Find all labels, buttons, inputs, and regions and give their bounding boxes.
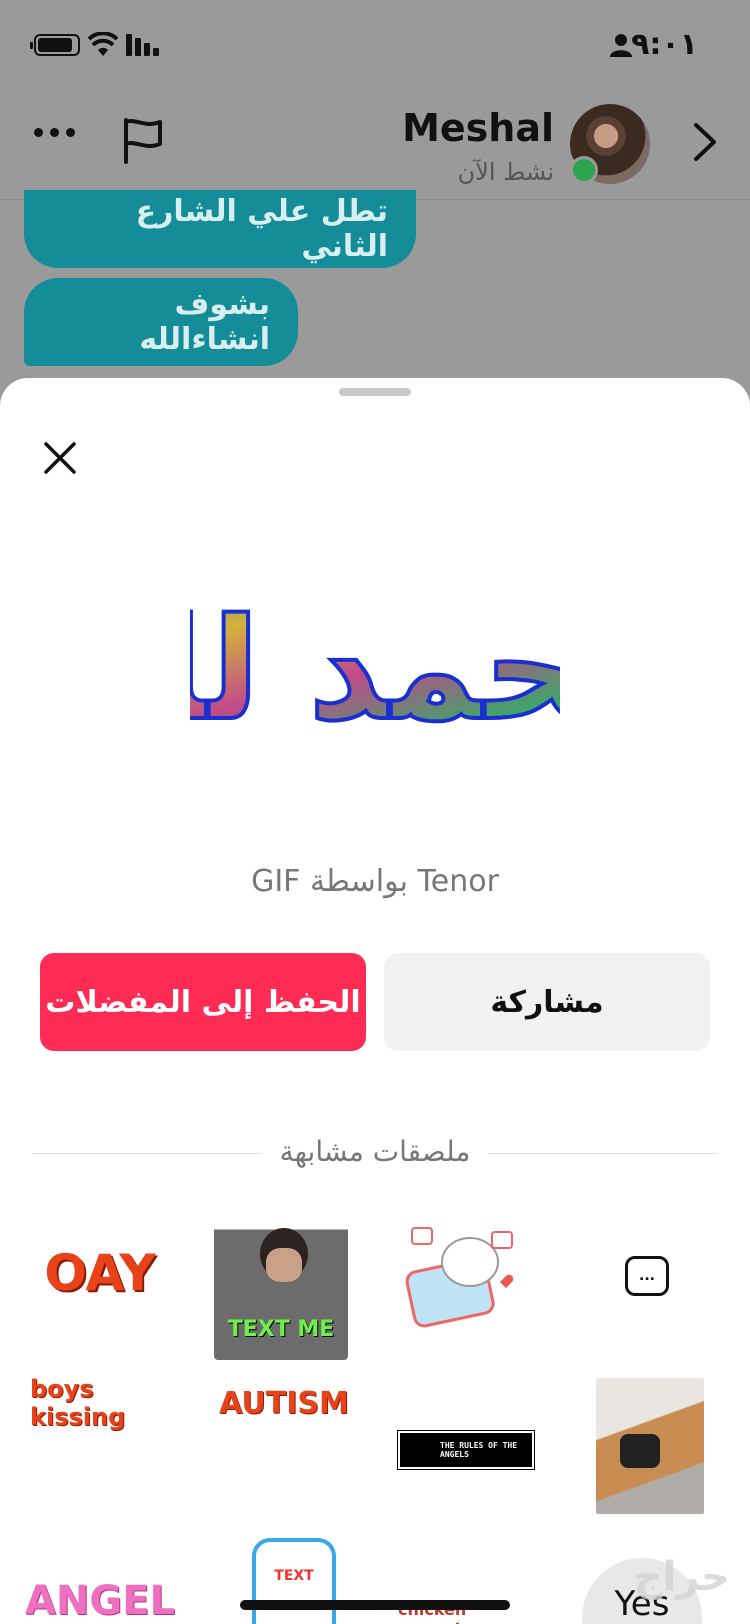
sticker-item[interactable]: OAY (30, 1218, 170, 1328)
similar-stickers-title: ملصقات مشابهة (0, 1135, 750, 1168)
sticker-item[interactable]: TEXT ME (214, 1224, 348, 1360)
sticker-text: ... (639, 1268, 655, 1284)
message-bubble[interactable]: بشوف انشاءالله (24, 278, 298, 366)
sticker-text: AUTISM (219, 1385, 349, 1421)
gif-credit: Tenor بواسطة GIF (251, 864, 499, 899)
sticker-item[interactable]: ... (625, 1256, 669, 1296)
close-icon[interactable] (40, 438, 80, 478)
sticker-text: TEXT ME (227, 1317, 335, 1342)
contact-name[interactable]: Meshal (402, 106, 554, 150)
online-indicator (570, 156, 598, 184)
contact-status: نشط الآن (457, 158, 554, 186)
sticker-text: THE RULES OF THE ANGELS (440, 1441, 518, 1459)
sticker-item[interactable]: ANGEL (25, 1578, 175, 1624)
sheet-grabber[interactable] (339, 388, 411, 396)
sticker-item[interactable]: boys kissing (30, 1375, 170, 1431)
sticker-item[interactable]: AUTISM (214, 1378, 354, 1428)
sticker-cat-figure (620, 1434, 660, 1468)
gif-preview: الحمد لله (190, 587, 560, 754)
watermark: حراج (633, 1554, 730, 1600)
home-indicator[interactable] (240, 1600, 510, 1610)
chat-header: Meshal نشط الآن (0, 90, 750, 200)
sticker-person-figure (266, 1248, 302, 1282)
flag-icon[interactable] (122, 118, 164, 164)
sticker-item[interactable] (596, 1378, 704, 1514)
wifi-icon (88, 32, 118, 56)
back-chevron-icon[interactable] (692, 122, 718, 162)
sticker-text: OAY (44, 1244, 156, 1302)
similar-stickers-label: ملصقات مشابهة (261, 1135, 489, 1168)
more-icon[interactable] (34, 128, 76, 138)
sticker-item[interactable]: THE RULES OF THE ANGELS (397, 1430, 535, 1470)
sticker-text: ANGEL (24, 1578, 176, 1624)
sticker-item[interactable]: TEXT (252, 1538, 336, 1624)
signal-icon (126, 34, 160, 56)
gif-detail-sheet: الحمد لله Tenor بواسطة GIF الحفظ إلى الم… (0, 378, 750, 1624)
save-to-favorites-button[interactable]: الحفظ إلى المفضلات (40, 953, 366, 1051)
sticker-item[interactable] (400, 1220, 524, 1330)
gif-calligraphy: الحمد لله (190, 589, 560, 752)
status-time: ٩:٠١ (631, 27, 698, 62)
message-bubble[interactable]: تطل علي الشارع الثاني (24, 190, 416, 268)
status-bar: ٩:٠١ (0, 0, 750, 90)
battery-icon (30, 34, 80, 56)
share-button[interactable]: مشاركة (384, 953, 710, 1051)
sticker-text: boys kissing (30, 1375, 126, 1431)
person-icon (610, 34, 632, 57)
sticker-text: TEXT (274, 1568, 314, 1584)
